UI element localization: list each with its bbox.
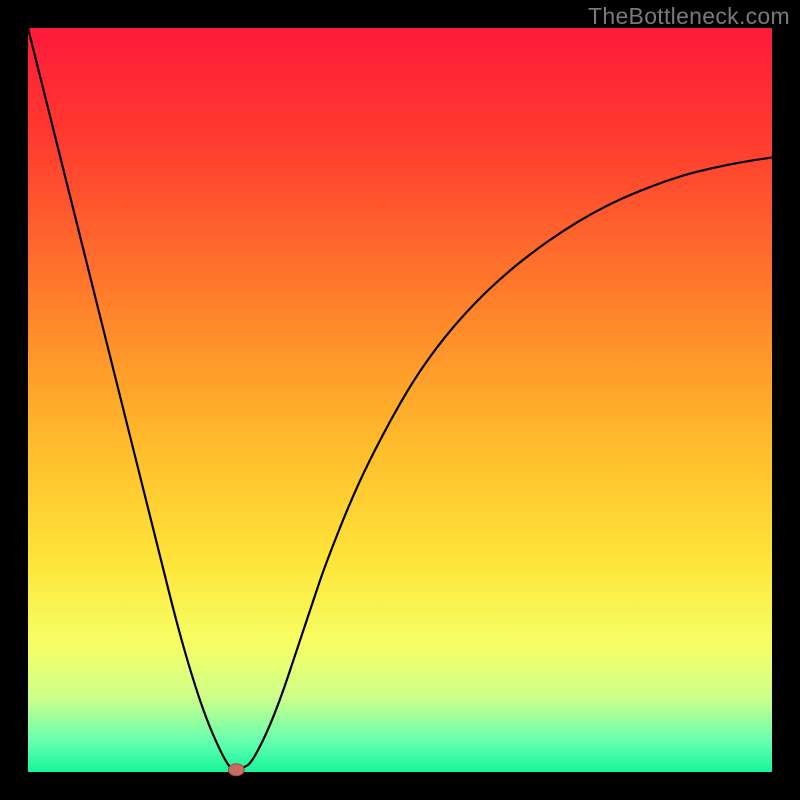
bottleneck-chart — [0, 0, 800, 800]
watermark-text: TheBottleneck.com — [588, 3, 790, 30]
chart-frame: TheBottleneck.com — [0, 0, 800, 800]
plot-background — [28, 28, 772, 772]
optimal-point-marker — [228, 764, 244, 776]
